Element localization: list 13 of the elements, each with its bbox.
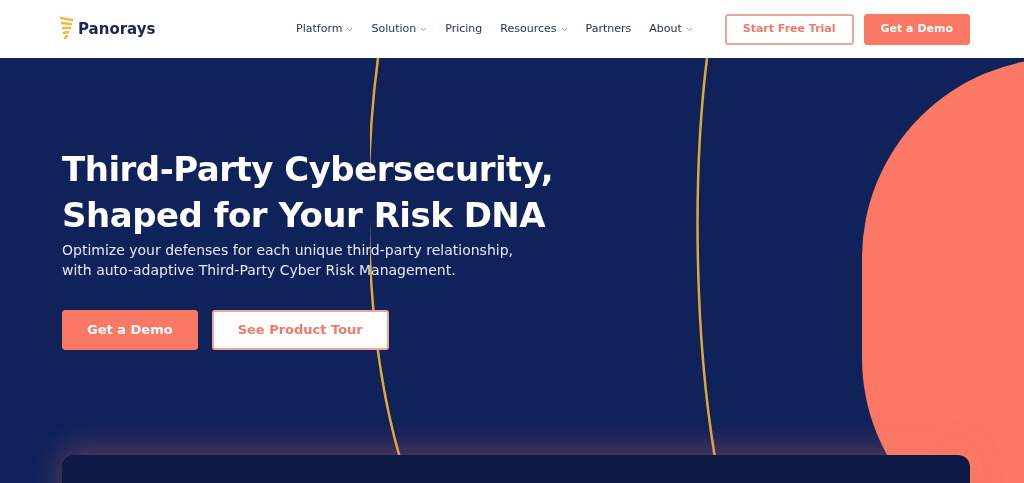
nav-link[interactable]: Partners xyxy=(585,20,632,38)
caret-icon xyxy=(420,26,428,32)
brand-name: Panorays xyxy=(78,18,156,40)
caret-icon xyxy=(346,26,354,32)
logo-icon xyxy=(60,17,74,41)
nav-link[interactable]: About xyxy=(649,20,693,38)
hero-title: Third-Party Cybersecurity, Shaped for Your Risk DNA xyxy=(62,148,555,237)
nav-link[interactable]: Resources xyxy=(500,20,568,38)
nav-link[interactable]: Platform xyxy=(296,20,354,38)
nav-link[interactable]: Solution xyxy=(371,20,428,38)
nav-link[interactable]: Pricing xyxy=(445,20,483,38)
caret-icon xyxy=(685,26,693,32)
caret-icon xyxy=(560,26,568,32)
